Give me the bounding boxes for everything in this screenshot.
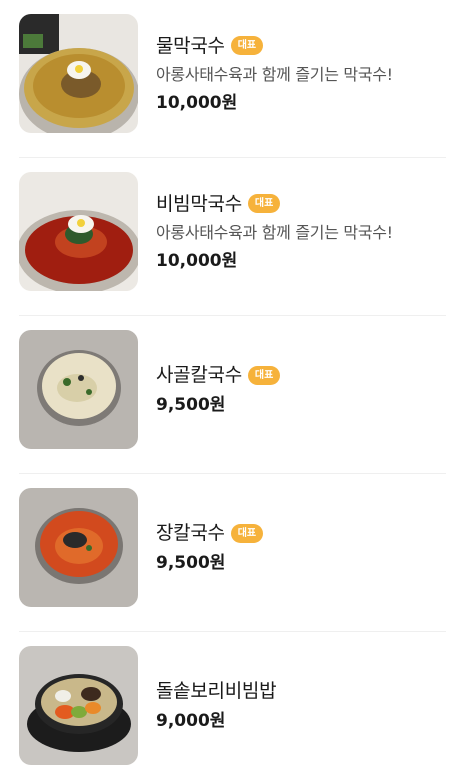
menu-price: 10,000원 <box>156 250 238 271</box>
menu-item-dolsot-bori-bibimbap[interactable]: 돌솥보리비빔밥 9,000원 <box>19 632 446 780</box>
name-row: 장칼국수 대표 <box>156 521 264 545</box>
menu-description: 아롱사태수육과 함께 즐기는 막국수! <box>156 222 393 242</box>
signature-badge: 대표 <box>247 194 281 213</box>
signature-badge: 대표 <box>230 36 264 55</box>
name-row: 물막국수 대표 <box>156 34 393 58</box>
menu-info: 물막국수 대표 아롱사태수육과 함께 즐기는 막국수! 10,000원 <box>156 14 393 133</box>
menu-info: 돌솥보리비빔밥 9,000원 <box>156 646 277 765</box>
food-image-bibim-makguksu[interactable] <box>19 172 138 291</box>
menu-price: 9,000원 <box>156 711 226 731</box>
menu-name: 물막국수 <box>156 34 225 57</box>
signature-badge: 대표 <box>230 523 264 543</box>
menu-name: 사골칼국수 <box>156 364 242 386</box>
menu-description: 아롱사태수육과 함께 즐기는 막국수! <box>156 64 393 84</box>
menu-name: 돌솥보리비빔밥 <box>156 680 277 702</box>
menu-price: 10,000원 <box>156 92 238 113</box>
food-image-jang-kalguksu[interactable] <box>19 488 138 607</box>
signature-badge: 대표 <box>247 365 281 385</box>
menu-item-mul-makguksu[interactable]: 물막국수 대표 아롱사태수육과 함께 즐기는 막국수! 10,000원 <box>19 0 446 158</box>
menu-name: 장칼국수 <box>156 522 225 544</box>
menu-name: 비빔막국수 <box>156 192 242 215</box>
menu-item-sagol-kalguksu[interactable]: 사골칼국수 대표 9,500원 <box>19 316 446 474</box>
name-row: 비빔막국수 대표 <box>156 192 393 216</box>
menu-price: 9,500원 <box>156 395 226 415</box>
food-image-sagol-kalguksu[interactable] <box>19 330 138 449</box>
menu-info: 장칼국수 대표 9,500원 <box>156 488 264 607</box>
food-image-dolsot-bori-bibimbap[interactable] <box>19 646 138 765</box>
food-image-mul-makguksu[interactable] <box>19 14 138 133</box>
menu-info: 비빔막국수 대표 아롱사태수육과 함께 즐기는 막국수! 10,000원 <box>156 172 393 291</box>
name-row: 돌솥보리비빔밥 <box>156 679 277 703</box>
menu-item-bibim-makguksu[interactable]: 비빔막국수 대표 아롱사태수육과 함께 즐기는 막국수! 10,000원 <box>19 158 446 316</box>
menu-price: 9,500원 <box>156 553 226 573</box>
name-row: 사골칼국수 대표 <box>156 363 281 387</box>
menu-info: 사골칼국수 대표 9,500원 <box>156 330 281 449</box>
menu-item-jang-kalguksu[interactable]: 장칼국수 대표 9,500원 <box>19 474 446 632</box>
menu-list: 물막국수 대표 아롱사태수육과 함께 즐기는 막국수! 10,000원 비빔막국… <box>0 0 466 780</box>
